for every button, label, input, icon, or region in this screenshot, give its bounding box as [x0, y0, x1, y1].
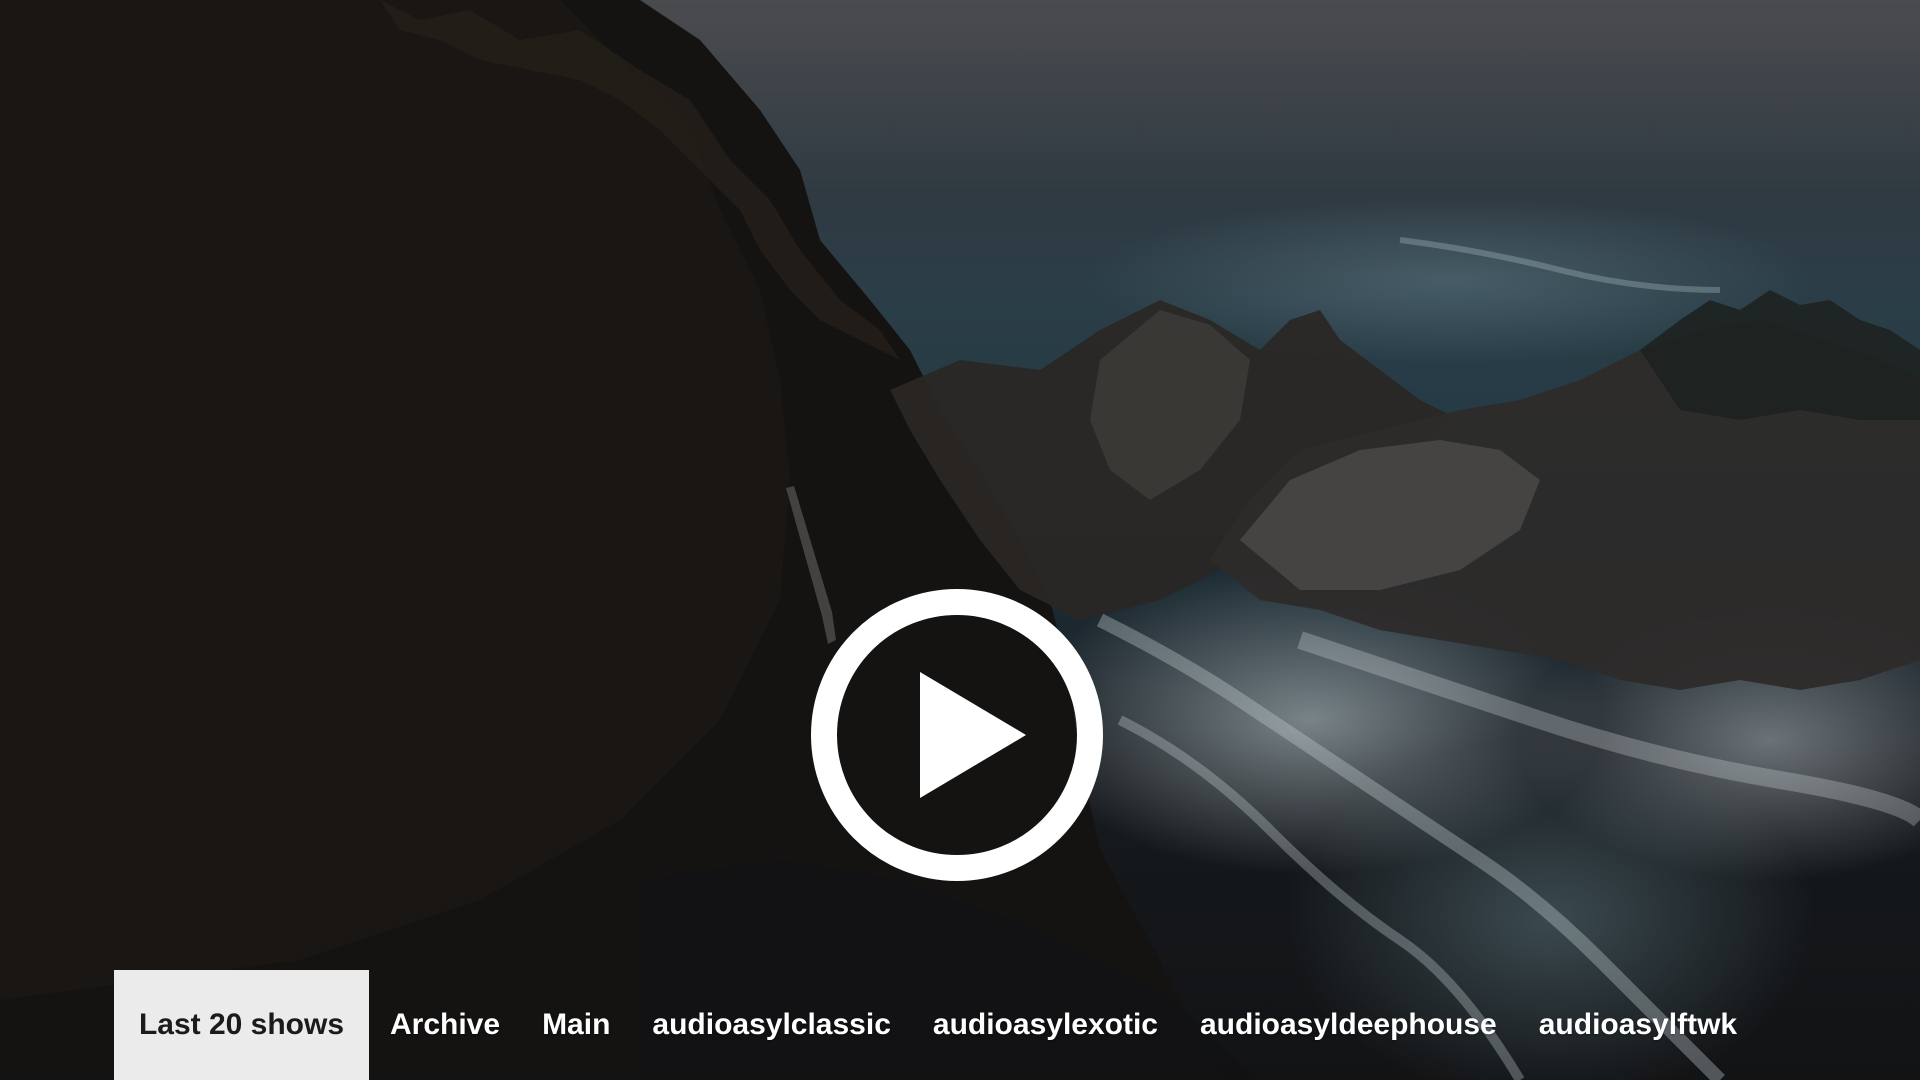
play-button[interactable] — [810, 588, 1104, 882]
tab-audioasylexotic[interactable]: audioasylexotic — [912, 970, 1179, 1080]
tab-audioasylftwk[interactable]: audioasylftwk — [1518, 970, 1758, 1080]
tab-audioasyldeephouse[interactable]: audioasyldeephouse — [1179, 970, 1518, 1080]
tab-archive[interactable]: Archive — [369, 970, 521, 1080]
tab-last-20-shows[interactable]: Last 20 shows — [114, 970, 369, 1080]
coastal-landscape-image — [0, 0, 1920, 1080]
hero-background: Last 20 shows Archive Main audioasylclas… — [0, 0, 1920, 1080]
tab-audioasylclassic[interactable]: audioasylclassic — [631, 970, 911, 1080]
play-circle-icon — [811, 589, 1103, 881]
tab-main[interactable]: Main — [521, 970, 631, 1080]
show-category-tabs: Last 20 shows Archive Main audioasylclas… — [114, 970, 1758, 1080]
